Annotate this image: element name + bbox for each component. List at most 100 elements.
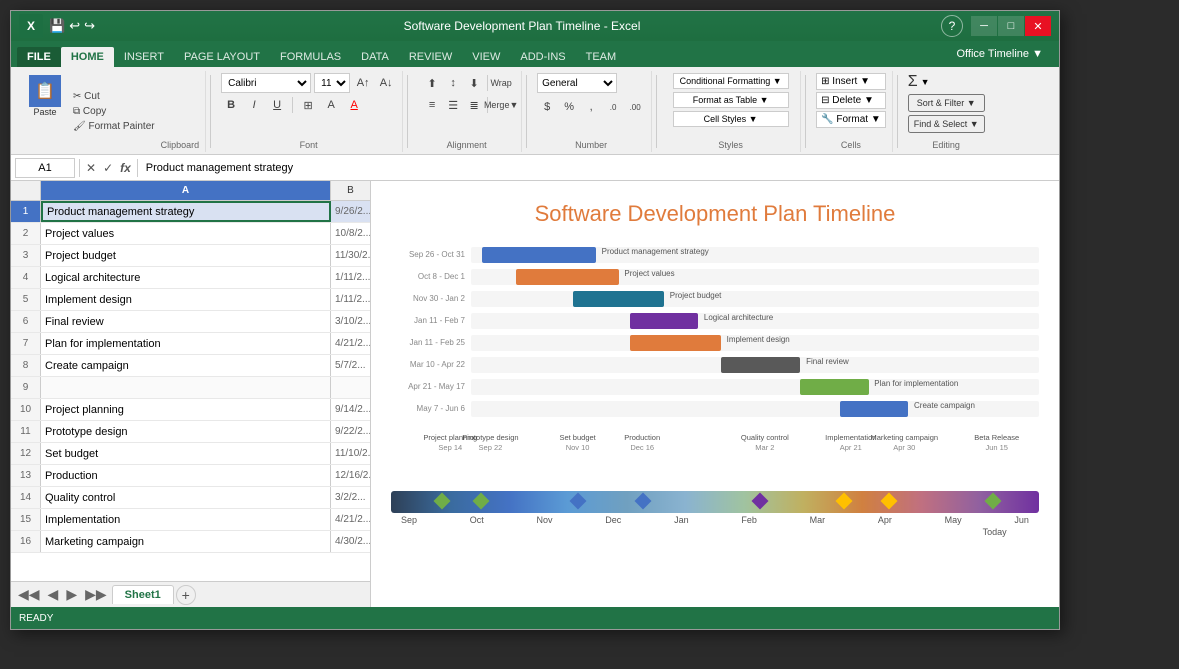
cell-b6[interactable]: 3/10/2... bbox=[331, 311, 370, 332]
close-button[interactable]: ✕ bbox=[1025, 16, 1051, 36]
percent-button[interactable]: % bbox=[559, 97, 579, 117]
col-header-b[interactable]: B bbox=[331, 181, 370, 200]
copy-button[interactable]: ⧉ Copy bbox=[70, 105, 158, 118]
currency-button[interactable]: $ bbox=[537, 97, 557, 117]
font-size-select[interactable]: 11 bbox=[314, 73, 350, 93]
save-icon[interactable]: 💾 bbox=[49, 18, 65, 34]
sheet-nav-last[interactable]: ▶▶ bbox=[82, 586, 110, 603]
table-row[interactable]: 1 Product management strategy 9/26/2... bbox=[11, 201, 370, 223]
cell-b4[interactable]: 1/11/2... bbox=[331, 267, 370, 288]
cell-a8[interactable]: Create campaign bbox=[41, 355, 331, 376]
add-sheet-button[interactable]: + bbox=[176, 585, 196, 605]
underline-button[interactable]: U bbox=[267, 95, 287, 115]
font-color-button[interactable]: A bbox=[344, 95, 364, 115]
cell-a9[interactable] bbox=[41, 377, 331, 398]
cell-b12[interactable]: 11/10/2... bbox=[331, 443, 370, 464]
font-grow-button[interactable]: A↑ bbox=[353, 73, 373, 93]
tab-page-layout[interactable]: PAGE LAYOUT bbox=[174, 47, 270, 67]
table-row[interactable]: 4 Logical architecture 1/11/2... bbox=[11, 267, 370, 289]
cell-b5[interactable]: 1/11/2... bbox=[331, 289, 370, 310]
cell-b14[interactable]: 3/2/2... bbox=[331, 487, 370, 508]
align-middle-button[interactable]: ↕ bbox=[443, 73, 463, 93]
cell-a4[interactable]: Logical architecture bbox=[41, 267, 331, 288]
cell-a16[interactable]: Marketing campaign bbox=[41, 531, 331, 552]
table-row[interactable]: 12 Set budget 11/10/2... bbox=[11, 443, 370, 465]
maximize-button[interactable]: □ bbox=[998, 16, 1024, 36]
enter-formula-icon[interactable]: ✓ bbox=[101, 161, 115, 175]
cell-a7[interactable]: Plan for implementation bbox=[41, 333, 331, 354]
tab-data[interactable]: DATA bbox=[351, 47, 399, 67]
cell-reference-input[interactable] bbox=[15, 158, 75, 178]
decrease-decimal-button[interactable]: .0 bbox=[603, 97, 623, 117]
delete-button[interactable]: ⊟ Delete ▼ bbox=[816, 92, 886, 109]
col-header-a[interactable]: A bbox=[41, 181, 331, 200]
format-painter-button[interactable]: 🖌 Format Painter bbox=[70, 120, 158, 133]
table-row[interactable]: 5 Implement design 1/11/2... bbox=[11, 289, 370, 311]
align-bottom-button[interactable]: ⬇ bbox=[464, 73, 484, 93]
cell-a11[interactable]: Prototype design bbox=[41, 421, 331, 442]
find-select-button[interactable]: Find & Select ▼ bbox=[908, 115, 985, 133]
cell-a5[interactable]: Implement design bbox=[41, 289, 331, 310]
table-row[interactable]: 8 Create campaign 5/7/2... bbox=[11, 355, 370, 377]
cell-b1[interactable]: 9/26/2... bbox=[331, 201, 370, 222]
paste-button[interactable]: 📋 Paste bbox=[23, 73, 67, 119]
sheet-nav-next[interactable]: ▶ bbox=[63, 586, 80, 603]
cell-b3[interactable]: 11/30/2... bbox=[331, 245, 370, 266]
cancel-formula-icon[interactable]: ✕ bbox=[84, 161, 98, 175]
sheet-nav-first[interactable]: ◀◀ bbox=[15, 586, 43, 603]
table-row[interactable]: 13 Production 12/16/2... bbox=[11, 465, 370, 487]
cell-styles-button[interactable]: Cell Styles ▼ bbox=[673, 111, 789, 127]
align-left-button[interactable]: ≡ bbox=[422, 95, 442, 115]
autosum-button[interactable]: ▼ bbox=[921, 77, 930, 87]
table-row[interactable]: 9 bbox=[11, 377, 370, 399]
table-row[interactable]: 7 Plan for implementation 4/21/2... bbox=[11, 333, 370, 355]
cell-b9[interactable] bbox=[331, 377, 370, 398]
insert-button[interactable]: ⊞ Insert ▼ bbox=[816, 73, 886, 90]
cell-a14[interactable]: Quality control bbox=[41, 487, 331, 508]
formula-input[interactable] bbox=[142, 158, 1055, 178]
align-right-button[interactable]: ≣ bbox=[464, 95, 484, 115]
wrap-text-button[interactable]: Wrap bbox=[491, 73, 511, 93]
undo-icon[interactable]: ↩ bbox=[69, 18, 80, 34]
redo-icon[interactable]: ↪ bbox=[84, 18, 95, 34]
table-row[interactable]: 3 Project budget 11/30/2... bbox=[11, 245, 370, 267]
tab-view[interactable]: VIEW bbox=[462, 47, 510, 67]
font-shrink-button[interactable]: A↓ bbox=[376, 73, 396, 93]
cell-b11[interactable]: 9/22/2... bbox=[331, 421, 370, 442]
cell-b13[interactable]: 12/16/2... bbox=[331, 465, 370, 486]
table-row[interactable]: 14 Quality control 3/2/2... bbox=[11, 487, 370, 509]
cell-b2[interactable]: 10/8/2... bbox=[331, 223, 370, 244]
cell-b8[interactable]: 5/7/2... bbox=[331, 355, 370, 376]
fill-color-button[interactable]: A bbox=[321, 95, 341, 115]
format-as-table-button[interactable]: Format as Table ▼ bbox=[673, 92, 789, 108]
tab-home[interactable]: HOME bbox=[61, 47, 114, 67]
cell-a3[interactable]: Project budget bbox=[41, 245, 331, 266]
sheet-tab-sheet1[interactable]: Sheet1 bbox=[112, 585, 174, 604]
align-center-button[interactable]: ☰ bbox=[443, 95, 463, 115]
help-button[interactable]: ? bbox=[941, 15, 963, 37]
cell-a6[interactable]: Final review bbox=[41, 311, 331, 332]
tab-review[interactable]: REVIEW bbox=[399, 47, 462, 67]
cell-a13[interactable]: Production bbox=[41, 465, 331, 486]
tab-file[interactable]: FILE bbox=[17, 47, 61, 67]
align-top-button[interactable]: ⬆ bbox=[422, 73, 442, 93]
cell-b10[interactable]: 9/14/2... bbox=[331, 399, 370, 420]
table-row[interactable]: 2 Project values 10/8/2... bbox=[11, 223, 370, 245]
font-name-select[interactable]: Calibri bbox=[221, 73, 311, 93]
cell-a1[interactable]: Product management strategy bbox=[41, 201, 331, 222]
format-button[interactable]: 🔧 Format ▼ bbox=[816, 111, 886, 128]
bold-button[interactable]: B bbox=[221, 95, 241, 115]
comma-button[interactable]: , bbox=[581, 97, 601, 117]
cell-a12[interactable]: Set budget bbox=[41, 443, 331, 464]
increase-decimal-button[interactable]: .00 bbox=[625, 97, 645, 117]
tab-formulas[interactable]: FORMULAS bbox=[270, 47, 351, 67]
sort-filter-button[interactable]: Sort & Filter ▼ bbox=[908, 94, 985, 112]
number-format-select[interactable]: General bbox=[537, 73, 617, 93]
sheet-nav-prev[interactable]: ◀ bbox=[45, 586, 62, 603]
cell-a15[interactable]: Implementation bbox=[41, 509, 331, 530]
tab-insert[interactable]: INSERT bbox=[114, 47, 174, 67]
merge-button[interactable]: Merge▼ bbox=[491, 95, 511, 115]
minimize-button[interactable]: ─ bbox=[971, 16, 997, 36]
table-row[interactable]: 15 Implementation 4/21/2... bbox=[11, 509, 370, 531]
tab-team[interactable]: TEAM bbox=[576, 47, 627, 67]
